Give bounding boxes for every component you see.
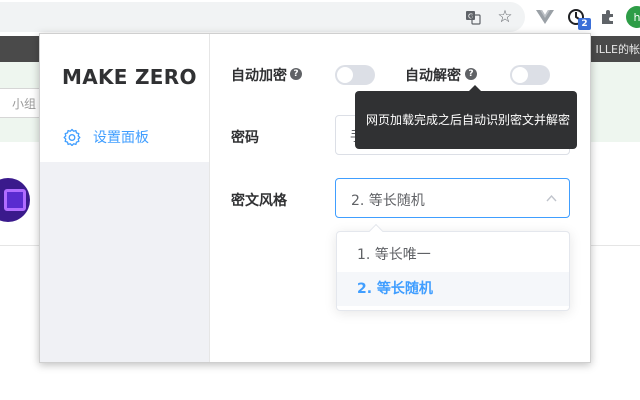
profile-avatar[interactable]: h <box>626 6 640 28</box>
gear-icon <box>63 128 81 146</box>
page-logo <box>0 178 30 222</box>
question-icon[interactable]: ? <box>465 68 477 80</box>
sidebar: MAKE ZERO 设置面板 <box>40 34 210 362</box>
password-label: 密码 <box>231 130 259 146</box>
auto-decrypt-switch[interactable] <box>510 65 550 85</box>
sidebar-header: MAKE ZERO 设置面板 <box>40 34 209 162</box>
cipher-style-label: 密文风格 <box>231 193 287 209</box>
tooltip-text: 网页加载完成之后自动识别密文并解密 <box>366 113 571 127</box>
extension-badge: 2 <box>578 18 591 30</box>
auto-encrypt-switch[interactable] <box>335 65 375 85</box>
cipher-style-dropdown: 1. 等长唯一 2. 等长随机 <box>336 223 570 311</box>
dropdown-option-selected[interactable]: 2. 等长随机 <box>337 272 569 306</box>
extension-popup: MAKE ZERO 设置面板 自动加密 ? 自动解密 ? 密码 手 <box>39 33 591 363</box>
puzzle-icon[interactable] <box>597 6 619 28</box>
dropdown-option[interactable]: 1. 等长唯一 <box>337 238 569 272</box>
bookmark-item[interactable]: ILLE的帐 <box>596 41 640 57</box>
chevron-up-icon <box>546 194 557 202</box>
settings-panel: 自动加密 ? 自动解密 ? 密码 手 密文风格 2. 等长随机 1. 等长唯一 … <box>210 34 590 362</box>
svg-text:G: G <box>468 13 473 21</box>
auto-decrypt-tooltip: 网页加载完成之后自动识别密文并解密 <box>355 85 577 149</box>
sidebar-item-label: 设置面板 <box>93 130 149 146</box>
translate-icon[interactable]: G <box>462 6 484 28</box>
switch-knob <box>512 67 528 83</box>
auto-decrypt-label: 自动解密 <box>405 68 461 84</box>
vue-devtools-icon[interactable] <box>534 6 556 28</box>
brand-title: MAKE ZERO <box>62 65 197 89</box>
question-icon[interactable]: ? <box>290 68 302 80</box>
switch-knob <box>337 67 353 83</box>
cipher-style-select[interactable]: 2. 等长随机 <box>335 178 570 218</box>
auto-encrypt-label: 自动加密 <box>231 68 287 84</box>
sidebar-item-settings[interactable]: 设置面板 <box>63 126 149 148</box>
bookmark-star-icon[interactable]: ☆ <box>494 6 516 28</box>
select-value: 2. 等长随机 <box>351 193 425 209</box>
browser-toolbar: G ☆ 2 h <box>0 0 640 36</box>
address-bar[interactable] <box>0 2 525 32</box>
